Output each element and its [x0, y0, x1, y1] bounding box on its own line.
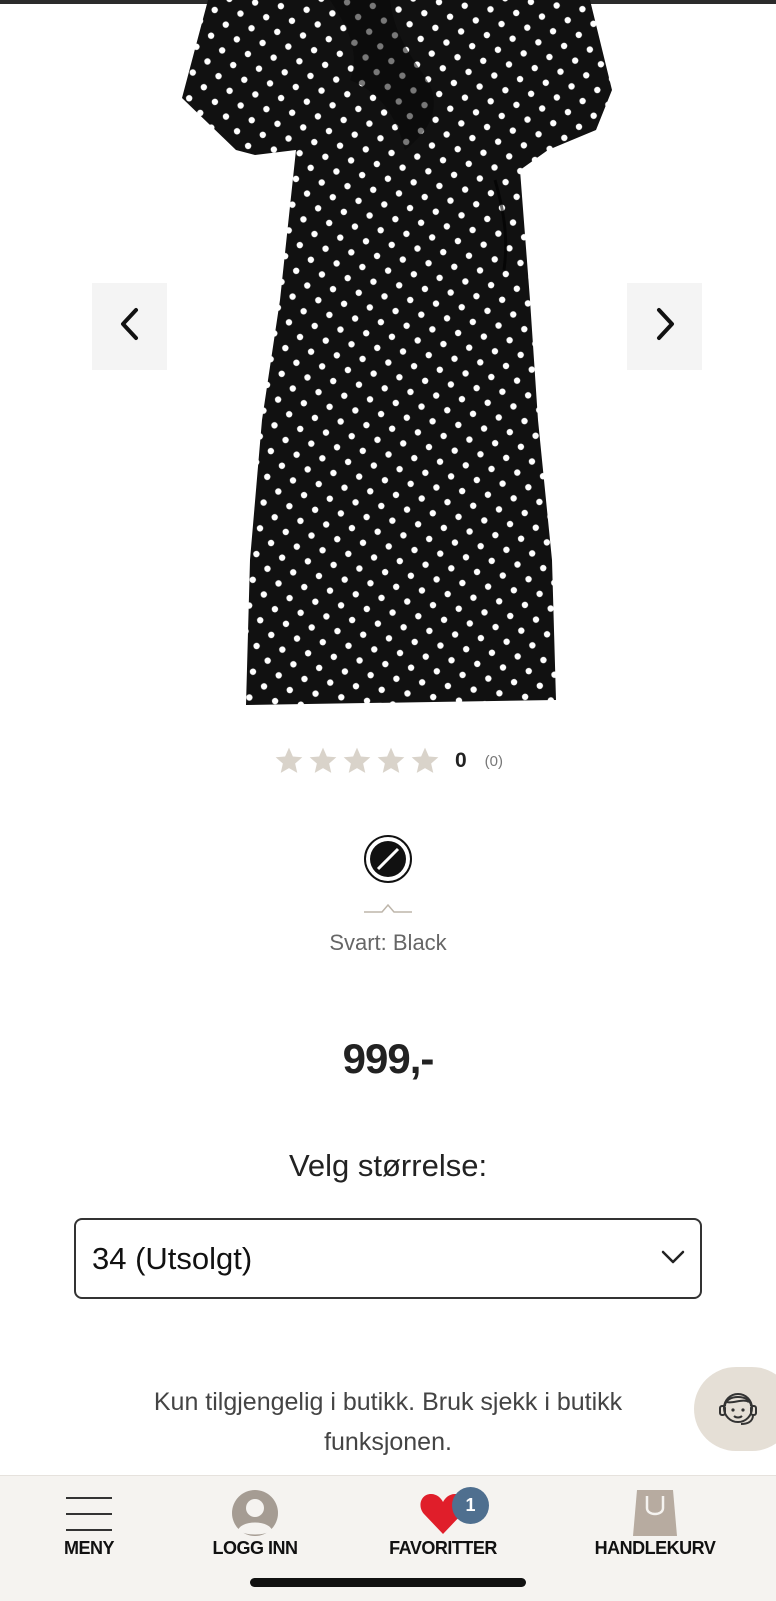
rating-count: (0) [484, 752, 504, 770]
nav-favorites[interactable]: 1 FAVORITTER [378, 1476, 508, 1576]
customer-service-icon [719, 1393, 757, 1425]
size-selected-value: 34 (Utsolgt) [92, 1240, 253, 1276]
nav-cart[interactable]: HANDLEKURV [580, 1476, 730, 1576]
shopping-bag-icon [631, 1476, 679, 1536]
carousel-prev-button[interactable] [92, 283, 167, 370]
chevron-down-icon [660, 1248, 686, 1271]
carousel-next-button[interactable] [627, 283, 702, 370]
nav-menu-label: MENY [63, 1538, 115, 1558]
star-icon [343, 747, 371, 773]
rating-value: 0 [454, 749, 467, 772]
size-label: Velg størrelse: [288, 1148, 488, 1183]
product-rating[interactable]: 0 (0) [0, 745, 776, 777]
chevron-left-icon [118, 306, 142, 347]
nav-login-label: LOGG INN [212, 1538, 299, 1558]
star-icon [377, 747, 405, 773]
product-price: 999,- [342, 1035, 435, 1082]
nav-favorites-label: FAVORITTER [389, 1538, 497, 1558]
star-icon [309, 747, 337, 773]
star-icon [275, 747, 303, 773]
nav-login[interactable]: LOGG INN [190, 1476, 320, 1576]
size-select[interactable]: 34 (Utsolgt) [74, 1218, 702, 1299]
nav-cart-label: HANDLEKURV [594, 1538, 716, 1558]
availability-note: Kun tilgjengelig i butikk. Bruk sjekk i … [153, 1388, 623, 1456]
rating-stars [273, 745, 441, 777]
favorites-badge: 1 [452, 1487, 489, 1524]
color-swatch-black[interactable] [364, 835, 412, 883]
nav-menu[interactable]: MENY [44, 1476, 134, 1576]
swatch-fill [370, 841, 406, 877]
color-label: Svart: Black [329, 930, 447, 955]
swatch-selected-indicator [364, 900, 412, 919]
customer-service-button[interactable] [694, 1367, 776, 1451]
home-indicator [250, 1578, 526, 1587]
chevron-right-icon [653, 306, 677, 347]
hamburger-icon [64, 1476, 114, 1536]
star-icon [411, 747, 439, 773]
user-icon [230, 1476, 280, 1536]
